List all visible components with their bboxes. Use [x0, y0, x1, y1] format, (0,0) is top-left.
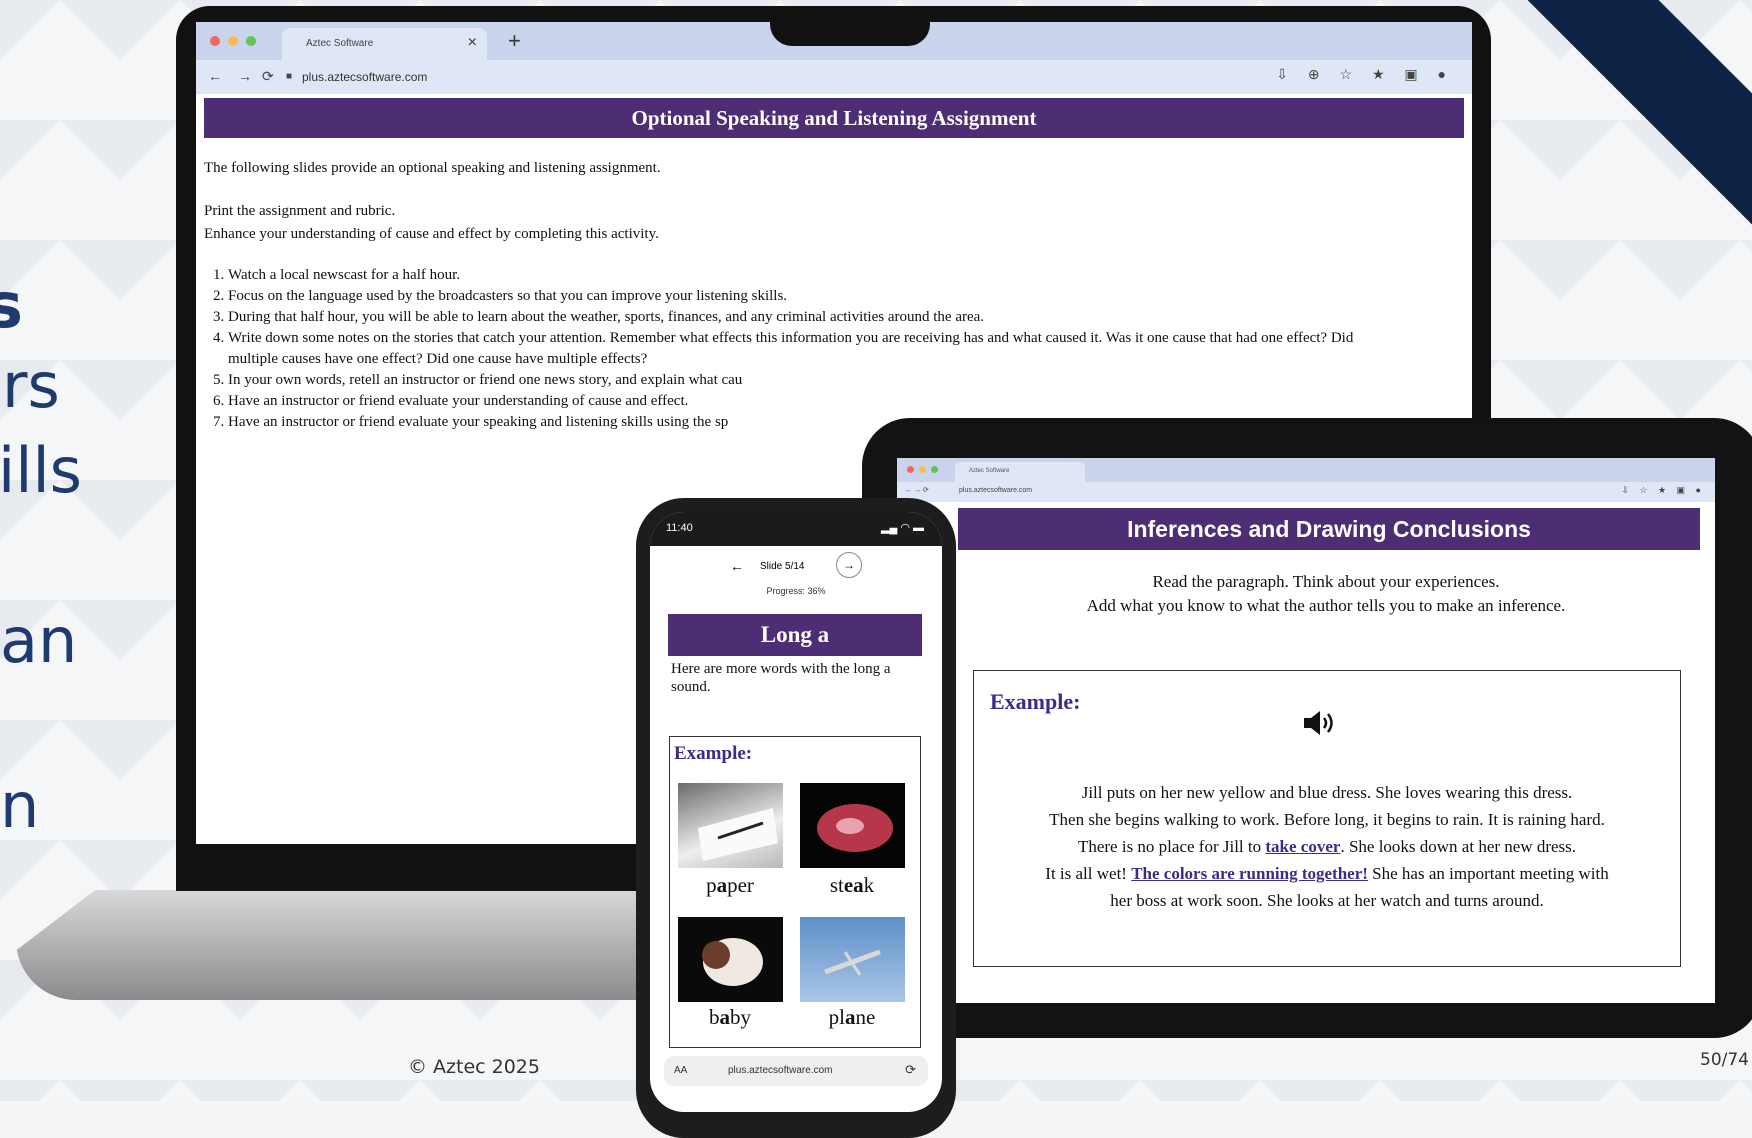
steak-image — [800, 783, 905, 868]
tablet-address-bar: ← → ⟳ plus.aztecsoftware.com ⇩ ☆ ★ ▣ ● — [897, 482, 1715, 502]
url-text[interactable]: plus.aztecsoftware.com — [302, 70, 427, 84]
print-text: Print the assignment and rubric. — [204, 203, 396, 219]
step-item: Write down some notes on the stories tha… — [228, 328, 1368, 370]
close-tab-icon[interactable]: × — [468, 34, 477, 52]
side-text-2: rs — [2, 349, 60, 422]
story-text: . She looks down at her new dress. — [1340, 837, 1577, 856]
step-item: Focus on the language used by the broadc… — [228, 286, 1368, 307]
phone-example-label: Example: — [674, 743, 753, 764]
tablet-instructions: Read the paragraph. Think about your exp… — [937, 570, 1715, 618]
reload-icon[interactable]: ⟳ — [262, 68, 274, 85]
page-banner: Optional Speaking and Listening Assignme… — [204, 98, 1464, 138]
laptop-base — [16, 890, 676, 1000]
speaker-icon[interactable] — [1302, 709, 1338, 742]
tablet-tab-title: Aztec Software — [969, 468, 1010, 474]
address-bar: ← → ⟳ ■ plus.aztecsoftware.com ⇩ ⊕ ☆ ★ ▣… — [196, 60, 1472, 94]
word-baby: baby — [709, 1005, 751, 1029]
instruction-line: Add what you know to what the author tel… — [1086, 596, 1566, 615]
phone-url-text[interactable]: plus.aztecsoftware.com — [728, 1065, 833, 1076]
next-slide-icon[interactable]: → — [836, 552, 862, 578]
enhance-text: Enhance your understanding of cause and … — [204, 226, 659, 242]
story-line: her boss at work soon. She looks at her … — [1110, 891, 1544, 910]
signal-battery-icon: ▂▄ ◠ ▬ — [881, 522, 924, 534]
tablet-back-icon[interactable]: ← → ⟳ — [905, 486, 929, 494]
browser-tab[interactable]: Aztec Software × — [282, 28, 487, 60]
step-item: In your own words, retell an instructor … — [228, 370, 1368, 391]
progress-text: Progress: 36% — [766, 586, 826, 596]
lock-icon: ■ — [286, 71, 293, 82]
tab-title: Aztec Software — [306, 38, 374, 49]
text-size-button[interactable]: AA — [674, 1065, 687, 1076]
tablet-toolbar-icons[interactable]: ⇩ ☆ ★ ▣ ● — [1621, 485, 1705, 496]
plane-image — [800, 917, 905, 1002]
story-line: Jill puts on her new yellow and blue dre… — [1081, 783, 1573, 802]
word-plane: plane — [828, 1005, 876, 1029]
word-steak: steak — [829, 873, 875, 897]
slide-nav: ← Slide 5/14 → — [650, 546, 942, 586]
story-text: It is all wet! — [1045, 864, 1132, 883]
phone-banner: Long a — [668, 614, 922, 656]
corner-decoration — [1492, 0, 1752, 260]
story-line: There is no place for Jill to take cover… — [974, 833, 1680, 860]
assignment-body: The following slides provide an optional… — [196, 160, 1472, 433]
colors-running-link[interactable]: The colors are running together! — [1131, 864, 1368, 883]
baby-image — [678, 917, 783, 1002]
tablet-tab-bar: Aztec Software — [897, 458, 1715, 482]
side-text-3: ills — [0, 434, 82, 507]
phone-example-box: Example: paper steak baby plane — [669, 736, 921, 1048]
step-item: Watch a local newscast for a half hour. — [228, 265, 1368, 286]
back-icon[interactable]: ← — [208, 68, 222, 84]
copyright: © Aztec 2025 — [408, 1056, 540, 1078]
laptop-camera-notch — [770, 6, 930, 46]
slide-counter: Slide 5/14 — [760, 561, 805, 572]
prev-slide-icon[interactable]: ← — [730, 558, 744, 574]
phone-reload-icon[interactable]: ⟳ — [905, 1062, 916, 1078]
take-cover-link[interactable]: take cover — [1265, 837, 1340, 856]
side-text-5: n — [0, 769, 40, 842]
step-item: Have an instructor or friend evaluate yo… — [228, 391, 1368, 412]
tablet-tab[interactable]: Aztec Software — [955, 462, 1085, 482]
toolbar-icons[interactable]: ⇩ ⊕ ☆ ★ ▣ ● — [1276, 66, 1454, 83]
phone-address-bar[interactable]: AA plus.aztecsoftware.com ⟳ — [664, 1056, 928, 1086]
phone-screen: 11:40 ▂▄ ◠ ▬ ← Slide 5/14 → Progress: 36… — [650, 512, 942, 1112]
story-text: There is no place for Jill to — [1077, 837, 1266, 856]
side-text-4: an — [0, 604, 78, 677]
instruction-line: Read the paragraph. Think about your exp… — [1152, 572, 1500, 591]
step-item: During that half hour, you will be able … — [228, 307, 1368, 328]
story-paragraph: Jill puts on her new yellow and blue dre… — [974, 779, 1680, 914]
phone-time: 11:40 — [666, 522, 693, 534]
phone-status-bar: 11:40 ▂▄ ◠ ▬ — [650, 512, 942, 546]
page-number: 50/74 — [1700, 1050, 1749, 1070]
story-line: Then she begins walking to work. Before … — [1049, 810, 1605, 829]
tablet-browser: Aztec Software ← → ⟳ plus.aztecsoftware.… — [897, 458, 1715, 1003]
forward-icon[interactable]: → — [238, 68, 252, 84]
tablet-banner: Inferences and Drawing Conclusions — [958, 508, 1700, 550]
story-text: She has an important meeting with — [1367, 864, 1609, 883]
phone-desc: Here are more words with the long a soun… — [671, 661, 891, 695]
tablet-url-text[interactable]: plus.aztecsoftware.com — [959, 487, 1032, 494]
steps-list: Watch a local newscast for a half hour. … — [204, 265, 1368, 433]
side-text-1: s — [0, 269, 23, 342]
example-box: Example: Jill puts on her new yellow and… — [973, 670, 1681, 967]
story-line: It is all wet! The colors are running to… — [974, 860, 1680, 887]
paper-image — [678, 783, 783, 868]
new-tab-icon[interactable]: + — [508, 28, 521, 54]
example-label: Example: — [990, 689, 1081, 714]
word-paper: paper — [706, 873, 754, 897]
intro-text: The following slides provide an optional… — [204, 160, 661, 176]
